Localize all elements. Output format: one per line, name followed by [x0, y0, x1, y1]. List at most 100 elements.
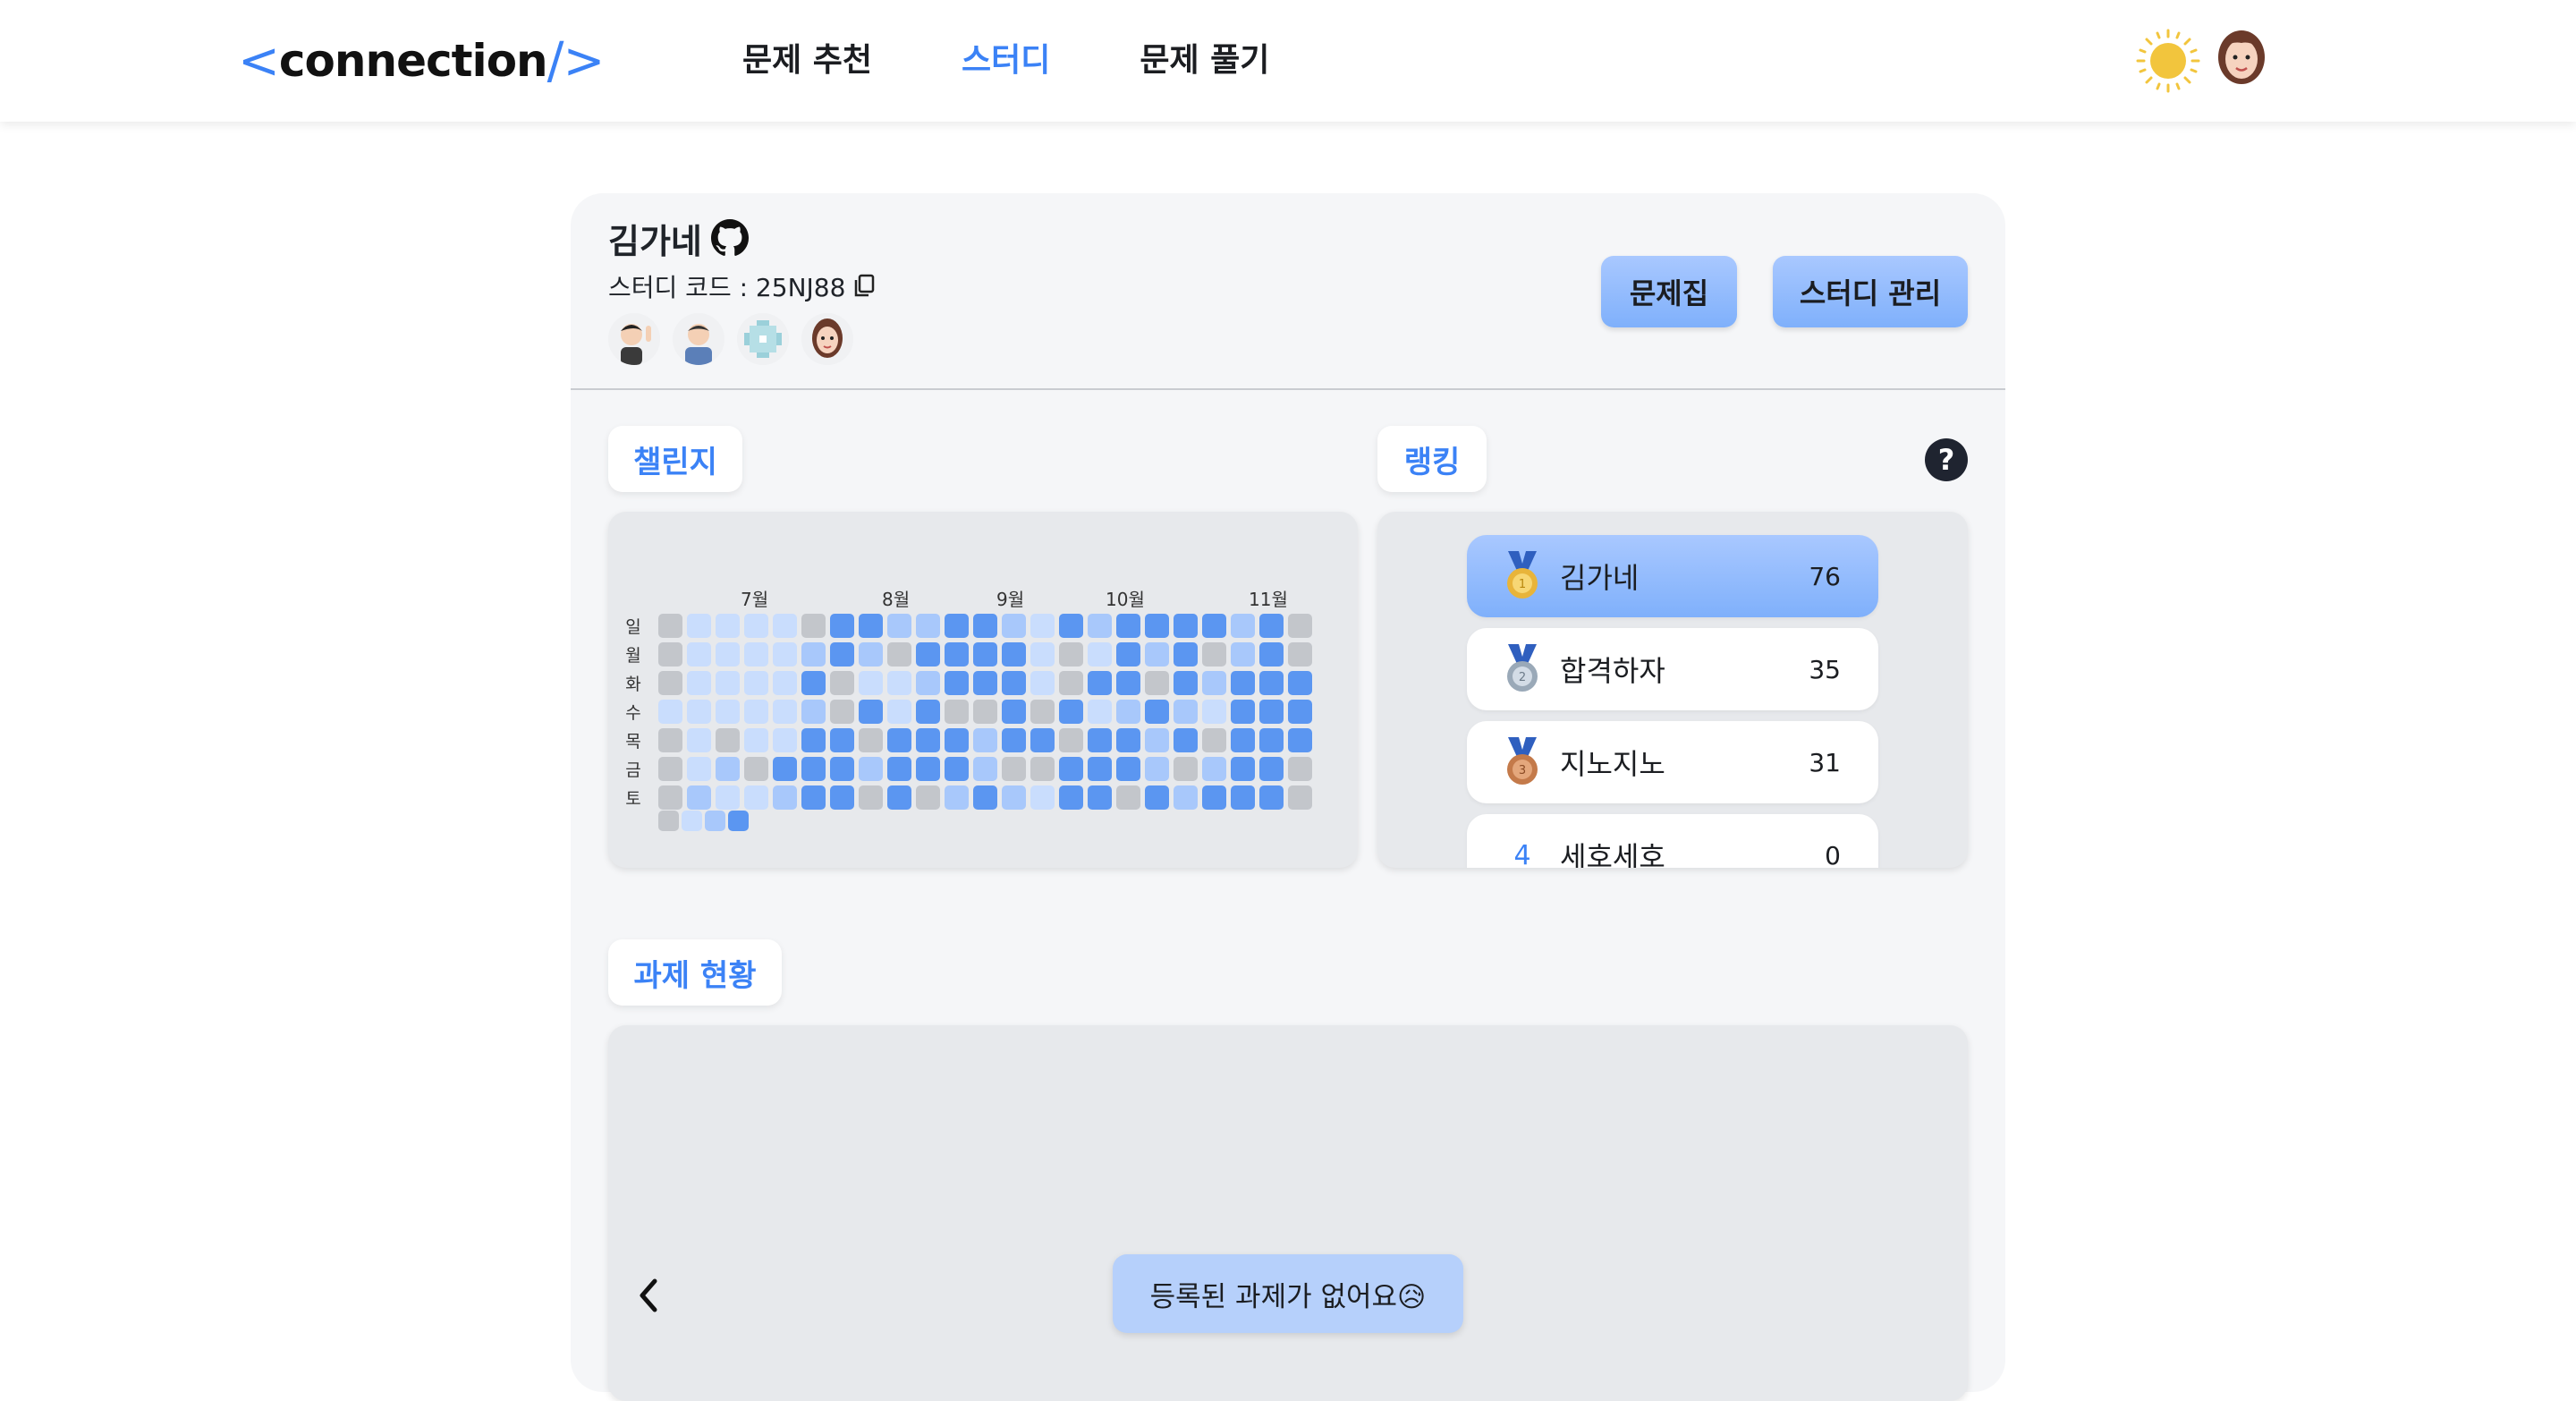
heatmap-cell [1030, 642, 1055, 667]
heatmap-cell [1116, 671, 1140, 695]
heatmap-cell [1231, 700, 1255, 724]
heatmap-cell [1174, 757, 1198, 781]
silver-medal-icon: 2 [1507, 644, 1538, 692]
heatmap-legend-cell [682, 811, 702, 831]
ranking-title: 랭킹 [1377, 426, 1487, 492]
heatmap-cell [1059, 642, 1083, 667]
heatmap-cell [859, 642, 883, 667]
heatmap-cell [687, 728, 711, 752]
heatmap-cell [830, 785, 854, 810]
heatmap-cell [1259, 728, 1284, 752]
heatmap-cell [1231, 642, 1255, 667]
heatmap-cell [801, 700, 826, 724]
heatmap-cell [973, 671, 997, 695]
heatmap-cell [744, 642, 768, 667]
heatmap-cell [973, 614, 997, 638]
heatmap-cell [945, 671, 969, 695]
heatmap-cell [744, 700, 768, 724]
user-avatar[interactable] [2216, 29, 2267, 91]
heatmap-cell [773, 757, 797, 781]
heatmap-cell [1174, 785, 1198, 810]
heatmap-cell [687, 757, 711, 781]
bronze-medal-icon: 3 [1507, 737, 1538, 785]
heatmap-cell [973, 642, 997, 667]
heatmap-cell [1259, 614, 1284, 638]
heatmap-cell [830, 728, 854, 752]
ranking-row[interactable]: 1 김가네 76 [1467, 535, 1878, 617]
heatmap-cell [1002, 642, 1026, 667]
heatmap-cell [1288, 785, 1312, 810]
heatmap-cell [744, 614, 768, 638]
logo-bracket-close: /> [547, 31, 606, 90]
ranking-row[interactable]: 4 세호세호 0 [1467, 814, 1878, 868]
ranking-row[interactable]: 2 합격하자 35 [1467, 628, 1878, 710]
main-nav: 문제 추천 스터디 문제 풀기 [742, 34, 1269, 88]
logo[interactable]: < connection /> [238, 31, 606, 90]
heatmap-cell [1116, 700, 1140, 724]
github-icon[interactable] [710, 219, 749, 257]
heatmap-cell [716, 728, 740, 752]
heatmap-cell [1202, 614, 1226, 638]
month-label: 7월 [741, 589, 769, 610]
heatmap-cell [830, 700, 854, 724]
ranking-row[interactable]: 3 지노지노 31 [1467, 721, 1878, 803]
heatmap-cell [916, 757, 940, 781]
heatmap-cell [1002, 757, 1026, 781]
heatmap-cell [1116, 614, 1140, 638]
heatmap-cell [1088, 700, 1112, 724]
ranking-name: 지노지노 [1560, 747, 1665, 781]
heatmap-cell [945, 614, 969, 638]
heatmap-cell [1059, 728, 1083, 752]
sun-icon[interactable] [2136, 29, 2200, 93]
heatmap-cell [773, 614, 797, 638]
heatmap-cell [1145, 728, 1169, 752]
weekday-label: 화 [625, 675, 641, 694]
nav-item-solve[interactable]: 문제 풀기 [1140, 34, 1269, 88]
heatmap-cell [1202, 642, 1226, 667]
challenge-title: 챌린지 [608, 426, 742, 492]
problem-set-button[interactable]: 문제집 [1601, 256, 1737, 327]
heatmap-cell [916, 785, 940, 810]
heatmap-cell [945, 757, 969, 781]
member-avatar[interactable] [608, 313, 660, 365]
svg-text:2: 2 [1519, 671, 1526, 684]
heatmap-cell [973, 785, 997, 810]
heatmap-cell [744, 785, 768, 810]
heatmap-cell [916, 671, 940, 695]
heatmap-cell [1174, 728, 1198, 752]
member-avatar[interactable] [737, 313, 789, 365]
heatmap-cell [1288, 757, 1312, 781]
ranking-score: 0 [1825, 840, 1841, 869]
heatmap-cell [773, 728, 797, 752]
heatmap-cell [801, 642, 826, 667]
heatmap-cell [1002, 700, 1026, 724]
help-icon[interactable]: ? [1925, 438, 1968, 481]
member-avatar[interactable] [673, 313, 724, 365]
heatmap-cell [1059, 671, 1083, 695]
heatmap-cell [1088, 757, 1112, 781]
ranking-score: 35 [1809, 654, 1841, 684]
nav-item-study[interactable]: 스터디 [962, 34, 1050, 88]
heatmap-cell [716, 700, 740, 724]
study-manage-button[interactable]: 스터디 관리 [1773, 256, 1968, 327]
heatmap-cell [1030, 671, 1055, 695]
heatmap-cell [1059, 785, 1083, 810]
heatmap-cell [1030, 614, 1055, 638]
study-header: 김가네 스터디 코드 : 25NJ88 문제집 스터디 관리 [571, 193, 2005, 390]
study-name: 김가네 [608, 221, 702, 261]
heatmap-cell [1030, 700, 1055, 724]
chevron-left-icon[interactable] [631, 1269, 664, 1322]
member-avatar[interactable] [801, 313, 853, 365]
heatmap-cell [859, 671, 883, 695]
heatmap-cell [830, 642, 854, 667]
heatmap-cell [1174, 614, 1198, 638]
challenge-panel: 7월 8월 9월 10월 11월 일 월 화 수 목 금 토 [608, 512, 1358, 868]
study-card: 김가네 스터디 코드 : 25NJ88 문제집 스터디 관리 챌린지 랭킹 ? … [571, 193, 2005, 1401]
member-list [608, 313, 853, 365]
copy-icon[interactable] [852, 274, 876, 299]
heatmap-cell [1059, 700, 1083, 724]
nav-item-recommend[interactable]: 문제 추천 [742, 34, 872, 88]
heatmap-cell [1231, 785, 1255, 810]
weekday-label: 일 [625, 617, 641, 637]
month-label: 10월 [1106, 589, 1145, 610]
